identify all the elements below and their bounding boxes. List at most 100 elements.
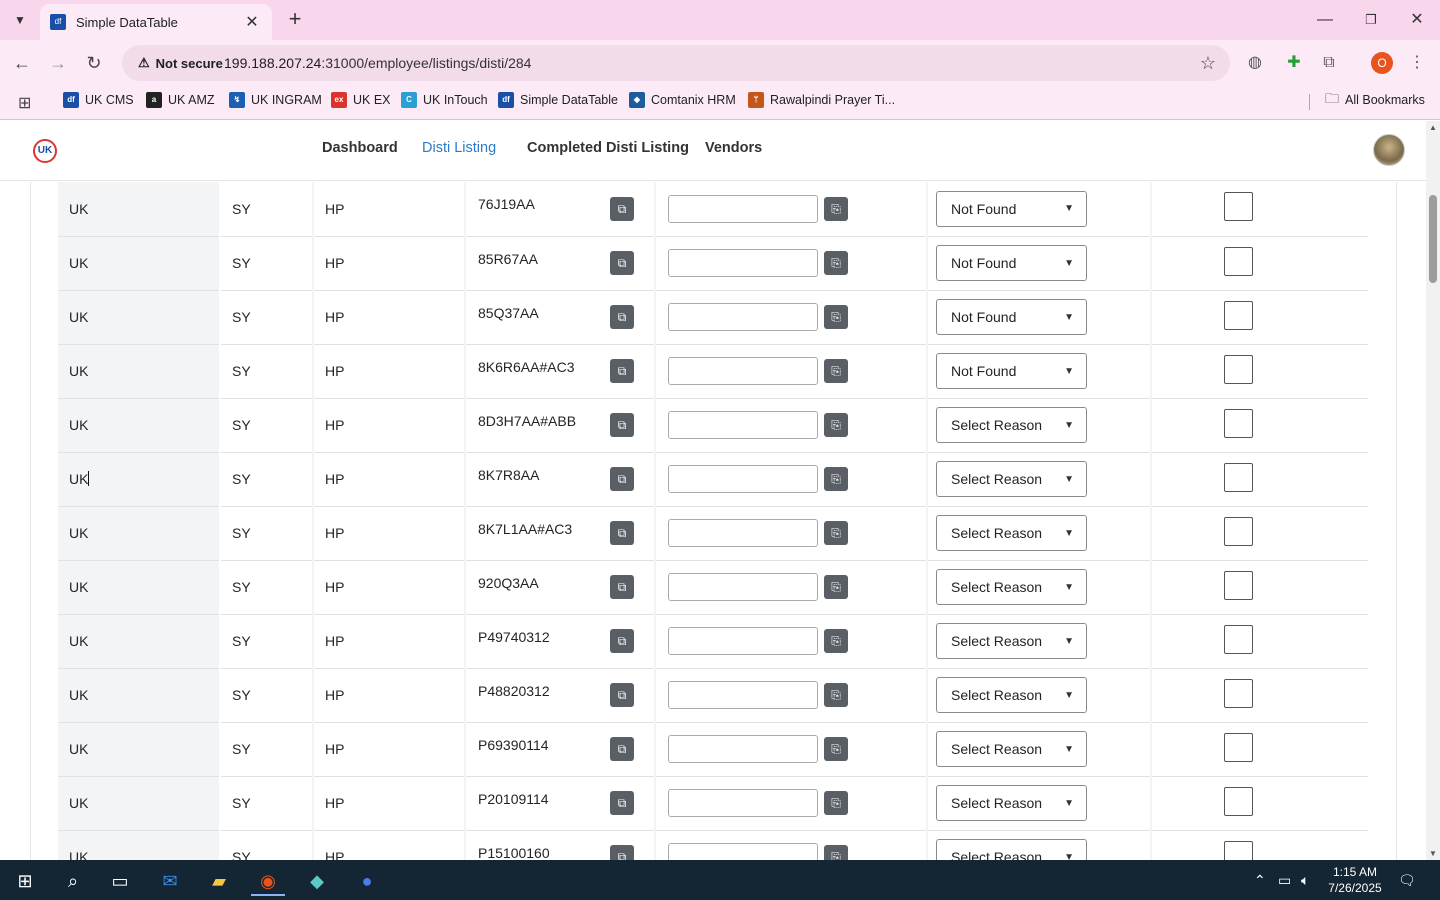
uk-logo[interactable]: UK xyxy=(33,139,57,163)
row-checkbox[interactable] xyxy=(1224,192,1253,222)
paste-icon[interactable]: ⎘ xyxy=(824,575,848,599)
task-view-icon[interactable]: ▭ xyxy=(103,866,137,896)
part-input-field[interactable] xyxy=(668,681,818,709)
bookmark-ingram[interactable]: ↯ UK INGRAM xyxy=(229,86,322,114)
forward-arrow-icon[interactable]: → xyxy=(44,49,72,77)
reason-select[interactable]: Select Reason ▼ xyxy=(936,731,1087,767)
bookmark-intouch[interactable]: C UK InTouch xyxy=(401,86,488,114)
url-text[interactable]: 199.188.207.24:31000/employee/listings/d… xyxy=(224,45,531,81)
extension-plus-icon[interactable]: ✚ xyxy=(1281,50,1307,76)
bookmark-uk-cms[interactable]: df UK CMS xyxy=(63,86,134,114)
app-diamond-icon[interactable]: ◆ xyxy=(300,866,334,896)
part-input-field[interactable] xyxy=(668,573,818,601)
paste-icon[interactable]: ⎘ xyxy=(824,629,848,653)
reason-select[interactable]: Select Reason ▼ xyxy=(936,839,1087,860)
user-avatar[interactable] xyxy=(1373,134,1405,166)
reason-select[interactable]: Not Found ▼ xyxy=(936,353,1087,389)
copy-icon[interactable]: ⧉ xyxy=(610,251,634,275)
chrome-icon[interactable]: ◉ xyxy=(251,866,285,896)
reason-select[interactable]: Select Reason ▼ xyxy=(936,677,1087,713)
copy-icon[interactable]: ⧉ xyxy=(610,683,634,707)
paste-icon[interactable]: ⎘ xyxy=(824,845,848,860)
security-chip[interactable]: ⚠ Not secure xyxy=(130,49,231,77)
browser-menu-icon[interactable]: ⋮ xyxy=(1404,50,1430,76)
copy-icon[interactable]: ⧉ xyxy=(610,791,634,815)
tab-active[interactable]: df Simple DataTable ✕ xyxy=(40,4,272,40)
paste-icon[interactable]: ⎘ xyxy=(824,683,848,707)
row-checkbox[interactable] xyxy=(1224,678,1253,708)
paste-icon[interactable]: ⎘ xyxy=(824,305,848,329)
reload-icon[interactable]: ↻ xyxy=(80,49,108,77)
part-input-field[interactable] xyxy=(668,789,818,817)
tab-close-icon[interactable]: ✕ xyxy=(242,12,262,32)
part-input-field[interactable] xyxy=(668,843,818,860)
row-checkbox[interactable] xyxy=(1224,840,1253,860)
translate-globe-icon[interactable]: ◍ xyxy=(1242,50,1268,76)
row-checkbox[interactable] xyxy=(1224,408,1253,438)
part-input-field[interactable] xyxy=(668,194,818,223)
nav-completed-disti-listing[interactable]: Completed Disti Listing xyxy=(527,140,689,156)
row-checkbox[interactable] xyxy=(1224,786,1253,816)
paste-icon[interactable]: ⎘ xyxy=(824,196,848,221)
part-input-field[interactable] xyxy=(668,627,818,655)
paste-icon[interactable]: ⎘ xyxy=(824,359,848,383)
tray-chevron-icon[interactable]: ⌃ xyxy=(1254,860,1266,900)
part-input-field[interactable] xyxy=(668,465,818,493)
paste-icon[interactable]: ⎘ xyxy=(824,413,848,437)
copy-icon[interactable]: ⧉ xyxy=(610,845,634,860)
reason-select[interactable]: Select Reason ▼ xyxy=(936,515,1087,551)
reason-select[interactable]: Select Reason ▼ xyxy=(936,569,1087,605)
all-bookmarks-button[interactable]: 🗀 All Bookmarks xyxy=(1325,86,1425,114)
part-input-field[interactable] xyxy=(668,519,818,547)
scroll-down-arrow-icon[interactable]: ▼ xyxy=(1426,849,1440,858)
row-checkbox[interactable] xyxy=(1224,516,1253,546)
paste-icon[interactable]: ⎘ xyxy=(824,791,848,815)
copy-icon[interactable]: ⧉ xyxy=(610,737,634,761)
copy-icon[interactable]: ⧉ xyxy=(610,521,634,545)
volume-muted-icon[interactable]: 🔈︎ xyxy=(1301,860,1309,900)
reason-select[interactable]: Select Reason ▼ xyxy=(936,623,1087,659)
row-checkbox[interactable] xyxy=(1224,570,1253,600)
part-input-field[interactable] xyxy=(668,303,818,331)
paste-icon[interactable]: ⎘ xyxy=(824,467,848,491)
bookmark-hrm[interactable]: ◆ Comtanix HRM xyxy=(629,86,736,114)
copy-icon[interactable]: ⧉ xyxy=(610,305,634,329)
bookmark-datatable[interactable]: df Simple DataTable xyxy=(498,86,618,114)
bookmark-ex[interactable]: ex UK EX xyxy=(331,86,391,114)
restore-icon[interactable]: ❐ xyxy=(1348,6,1394,34)
scroll-thumb[interactable] xyxy=(1429,195,1437,283)
row-checkbox[interactable] xyxy=(1224,246,1253,276)
back-arrow-icon[interactable]: ← xyxy=(8,49,36,77)
bookmark-star-icon[interactable]: ☆ xyxy=(1200,45,1216,81)
minimize-icon[interactable]: — xyxy=(1302,6,1348,34)
close-window-icon[interactable]: ✕ xyxy=(1394,6,1440,34)
part-input-field[interactable] xyxy=(668,735,818,763)
tab-search-chevron-icon[interactable]: ▼ xyxy=(8,8,32,32)
copy-icon[interactable]: ⧉ xyxy=(610,467,634,491)
scroll-up-arrow-icon[interactable]: ▲ xyxy=(1426,123,1440,132)
search-icon[interactable]: ⌕ xyxy=(56,866,90,896)
nav-vendors[interactable]: Vendors xyxy=(705,140,762,156)
bookmark-prayer[interactable]: ᛘ Rawalpindi Prayer Ti... xyxy=(748,86,895,114)
part-input-field[interactable] xyxy=(668,249,818,277)
file-explorer-icon[interactable]: ▰ xyxy=(202,866,236,896)
windows-start-icon[interactable]: ⊞ xyxy=(8,866,42,896)
new-tab-button[interactable]: + xyxy=(282,6,308,32)
row-checkbox[interactable] xyxy=(1224,462,1253,492)
reason-select[interactable]: Select Reason ▼ xyxy=(936,407,1087,443)
part-input-field[interactable] xyxy=(668,357,818,385)
row-checkbox[interactable] xyxy=(1224,624,1253,654)
reason-select[interactable]: Select Reason ▼ xyxy=(936,785,1087,821)
reason-select[interactable]: Not Found ▼ xyxy=(936,299,1087,335)
paste-icon[interactable]: ⎘ xyxy=(824,251,848,275)
reason-select[interactable]: Select Reason ▼ xyxy=(936,461,1087,497)
paste-icon[interactable]: ⎘ xyxy=(824,737,848,761)
row-checkbox[interactable] xyxy=(1224,354,1253,384)
copy-icon[interactable]: ⧉ xyxy=(610,196,634,221)
outlook-icon[interactable]: ✉ xyxy=(153,866,187,896)
network-icon[interactable]: ▭ xyxy=(1278,860,1291,900)
reason-select[interactable]: Not Found ▼ xyxy=(936,245,1087,281)
copy-icon[interactable]: ⧉ xyxy=(610,629,634,653)
copy-icon[interactable]: ⧉ xyxy=(610,575,634,599)
part-input-field[interactable] xyxy=(668,411,818,439)
